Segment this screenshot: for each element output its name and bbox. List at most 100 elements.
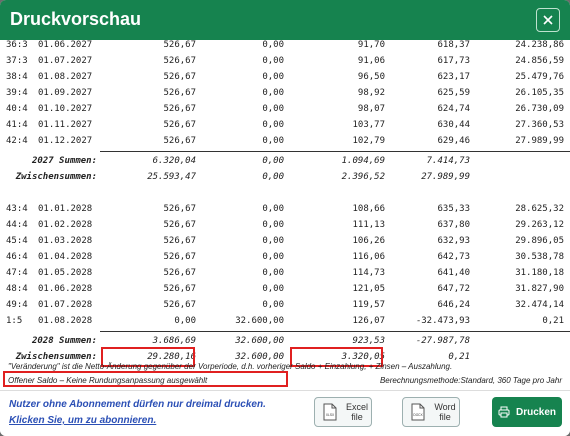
summary-label: 2027 Summen: — [31, 156, 97, 166]
excel-file-icon: XLSX — [323, 403, 337, 421]
table-cell: 42:4 — [6, 136, 28, 146]
table-cell: 111,13 — [352, 220, 385, 230]
table-cell: 635,33 — [437, 204, 470, 214]
table-cell: 119,57 — [352, 300, 385, 310]
table-cell: 38:4 — [6, 72, 28, 82]
table-cell: 526,67 — [163, 120, 196, 130]
table-cell: 108,66 — [352, 204, 385, 214]
summary-cell: 2.396,52 — [341, 172, 385, 182]
word-label-line2: file — [439, 412, 451, 422]
print-button[interactable]: Drucken — [492, 397, 562, 427]
word-icon-label: DOCX — [413, 413, 423, 417]
table-cell: 96,50 — [357, 72, 385, 82]
table-cell: 1:5 — [6, 316, 23, 326]
summary-cell: 27.989,99 — [421, 172, 470, 182]
print-button-label: Drucken — [515, 406, 556, 418]
table-cell: 637,80 — [437, 220, 470, 230]
summary-label: 2028 Summen: — [31, 336, 97, 346]
table-cell: 01.08.2028 — [38, 316, 93, 326]
table-cell: 526,67 — [163, 284, 196, 294]
table-cell: 642,73 — [437, 252, 470, 262]
table-cell: 39:4 — [6, 88, 28, 98]
table-row: 38:4 01.08.2027 526,67 0,00 96,50 623,17 25.47… — [0, 70, 570, 86]
table-cell: 01.04.2028 — [38, 252, 93, 262]
table-cell: 26.730,09 — [515, 104, 564, 114]
summary-cell: 0,00 — [262, 156, 284, 166]
table-cell: 01.05.2028 — [38, 268, 93, 278]
table-cell: 91,06 — [357, 56, 385, 66]
sum-rule-line — [100, 151, 570, 152]
subscribe-link[interactable]: Klicken Sie, um zu abonnieren. — [9, 415, 156, 426]
table-cell: 27.360,53 — [515, 120, 564, 130]
table-cell: 126,07 — [352, 316, 385, 326]
dialog-header: Druckvorschau — [0, 0, 570, 40]
table-cell: 0,00 — [262, 72, 284, 82]
table-cell: 44:4 — [6, 220, 28, 230]
table-cell: 0,00 — [262, 252, 284, 262]
word-file-button[interactable]: DOCX Word file — [402, 397, 460, 427]
table-cell: 43:4 — [6, 204, 28, 214]
table-cell: 102,79 — [352, 136, 385, 146]
calculation-method: Berechnungsmethode:Standard, 360 Tage pr… — [379, 376, 562, 385]
print-preview-dialog: Druckvorschau 36:3 01.06.2027 526,67 0,00 91… — [0, 0, 570, 436]
dialog-footer: Nutzer ohne Abonnement dürfen nur dreima… — [0, 390, 570, 436]
table-row: 39:4 01.09.2027 526,67 0,00 98,92 625,59 26.10… — [0, 86, 570, 102]
table-cell: 624,74 — [437, 104, 470, 114]
table-cell: 623,17 — [437, 72, 470, 82]
table-cell: 32.474,14 — [515, 300, 564, 310]
summary-label: Zwischensummen: — [15, 352, 97, 362]
word-file-label: Word file — [433, 402, 457, 422]
table-cell: 29.263,12 — [515, 220, 564, 230]
table-row: 36:3 01.06.2027 526,67 0,00 91,70 618,37 24.23… — [0, 40, 570, 54]
summary-label: Zwischensummen: — [15, 172, 97, 182]
table-cell: 01.06.2027 — [38, 40, 93, 50]
preview-area[interactable]: 36:3 01.06.2027 526,67 0,00 91,70 618,37 24.23… — [0, 40, 570, 376]
table-cell: 0,00 — [262, 104, 284, 114]
table-cell: 0,00 — [262, 268, 284, 278]
summary-cell: 25.593,47 — [147, 172, 196, 182]
excel-file-button[interactable]: XLSX Excel file — [314, 397, 372, 427]
close-button[interactable] — [536, 8, 560, 32]
table-cell: 46:4 — [6, 252, 28, 262]
printer-icon — [498, 406, 510, 418]
table-cell: 632,93 — [437, 236, 470, 246]
table-cell: 45:4 — [6, 236, 28, 246]
table-cell: 01.01.2028 — [38, 204, 93, 214]
table-cell: 91,70 — [357, 40, 385, 50]
table-cell: 01.09.2027 — [38, 88, 93, 98]
table-cell: 0,00 — [262, 120, 284, 130]
table-cell: 31.827,90 — [515, 284, 564, 294]
summary-row-2028: 2028 Summen: 3.686,69 32.600,00 923,53 -27.9… — [0, 334, 570, 350]
word-label-line1: Word — [434, 402, 456, 412]
subtotal-row-2027: Zwischensummen: 25.593,47 0,00 2.396,52 27.9… — [0, 170, 570, 186]
table-cell: 526,67 — [163, 136, 196, 146]
table-cell: 01.10.2027 — [38, 104, 93, 114]
table-row: 44:4 01.02.2028 526,67 0,00 111,13 637,80 29.2… — [0, 218, 570, 234]
close-icon — [543, 15, 553, 25]
table-row: 46:4 01.04.2028 526,67 0,00 116,06 642,73 30.5… — [0, 250, 570, 266]
summary-cell: 6.320,04 — [152, 156, 196, 166]
word-file-icon: DOCX — [411, 403, 425, 421]
subscription-notice: Nutzer ohne Abonnement dürfen nur dreima… — [9, 399, 266, 410]
summary-cell: -27.987,78 — [415, 336, 470, 346]
table-row: 45:4 01.03.2028 526,67 0,00 106,26 632,93 29.8… — [0, 234, 570, 250]
table-row: 1:5 01.08.2028 0,00 32.600,00 126,07 -32.473,… — [0, 314, 570, 330]
table-cell: 26.105,35 — [515, 88, 564, 98]
table-cell: 01.12.2027 — [38, 136, 93, 146]
table-cell: 526,67 — [163, 252, 196, 262]
table-cell: 24.856,59 — [515, 56, 564, 66]
table-cell: 01.08.2027 — [38, 72, 93, 82]
table-row: 42:4 01.12.2027 526,67 0,00 102,79 629,46 27.9… — [0, 134, 570, 150]
table-cell: -32.473,93 — [415, 316, 470, 326]
table-cell: 0,00 — [262, 284, 284, 294]
table-cell: 630,44 — [437, 120, 470, 130]
table-cell: 646,24 — [437, 300, 470, 310]
table-cell: 526,67 — [163, 40, 196, 50]
table-cell: 01.07.2027 — [38, 56, 93, 66]
table-cell: 0,00 — [262, 40, 284, 50]
table-cell: 526,67 — [163, 204, 196, 214]
table-row: 43:4 01.01.2028 526,67 0,00 108,66 635,33 28.6… — [0, 202, 570, 218]
table-cell: 114,73 — [352, 268, 385, 278]
table-cell: 29.896,05 — [515, 236, 564, 246]
summary-cell: 3.686,69 — [152, 336, 196, 346]
